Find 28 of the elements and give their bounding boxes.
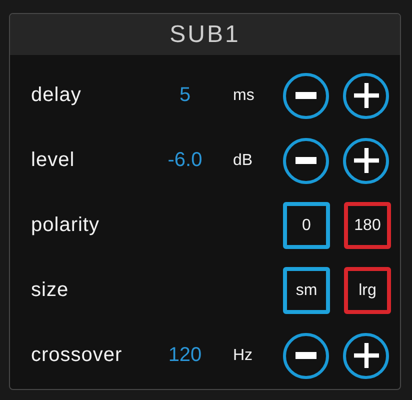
plus-icon xyxy=(354,343,378,368)
option-button[interactable]: lrg xyxy=(344,267,391,314)
value-readout: 120 xyxy=(167,344,203,367)
minus-icon xyxy=(295,92,317,99)
increase-button[interactable] xyxy=(343,72,389,118)
minus-icon xyxy=(295,157,317,164)
unit-label: ms xyxy=(232,86,256,104)
decrease-button[interactable] xyxy=(283,72,329,118)
setting-label: crossover xyxy=(30,344,124,367)
increase-button[interactable] xyxy=(343,332,389,378)
value-readout: -6.0 xyxy=(166,149,204,172)
decrease-button[interactable] xyxy=(283,332,329,378)
panel-title: SUB1 xyxy=(170,20,240,48)
setting-label: polarity xyxy=(30,214,100,237)
option-button[interactable]: 180 xyxy=(344,202,391,249)
minus-icon xyxy=(295,352,317,359)
setting-label: delay xyxy=(30,84,82,107)
increase-button[interactable] xyxy=(343,138,389,184)
unit-label: dB xyxy=(232,152,254,170)
option-button[interactable]: 0 xyxy=(283,202,330,249)
plus-icon xyxy=(354,83,378,108)
unit-label: Hz xyxy=(232,346,254,364)
plus-icon xyxy=(354,148,378,173)
option-button[interactable]: sm xyxy=(283,267,330,314)
setting-label: size xyxy=(30,279,70,302)
value-readout: 5 xyxy=(178,84,192,107)
setting-label: level xyxy=(30,149,76,172)
decrease-button[interactable] xyxy=(283,138,329,184)
